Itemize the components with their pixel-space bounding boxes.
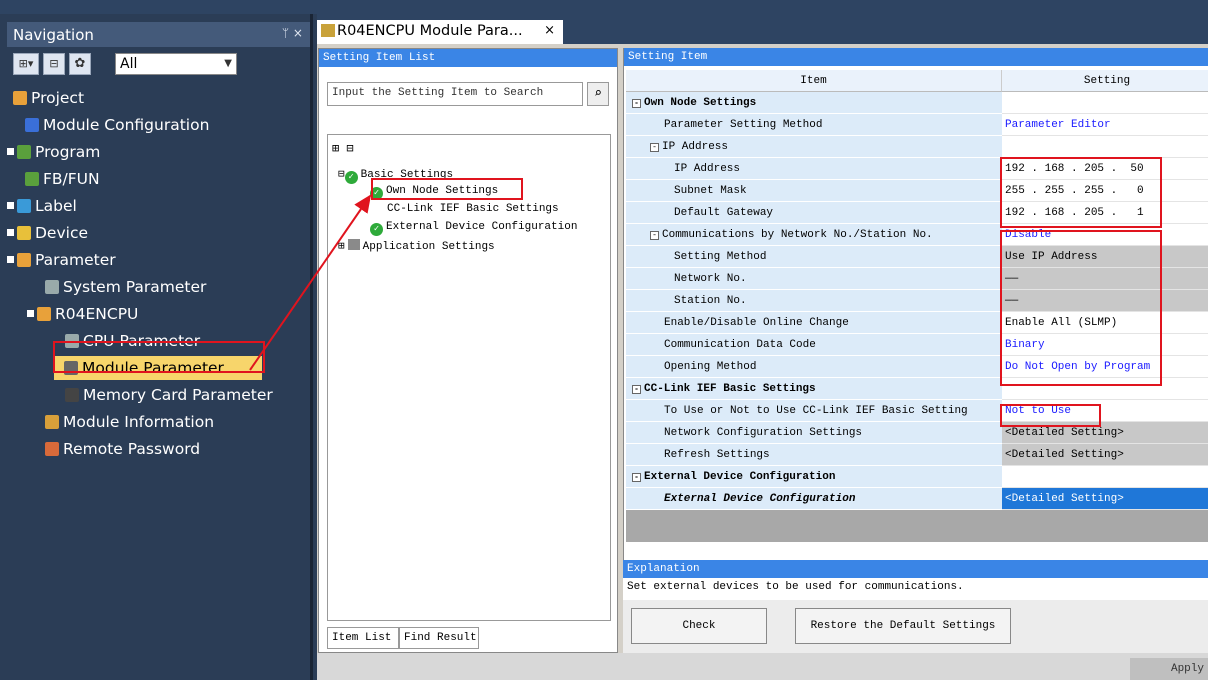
annotation-arrow [249,194,372,371]
